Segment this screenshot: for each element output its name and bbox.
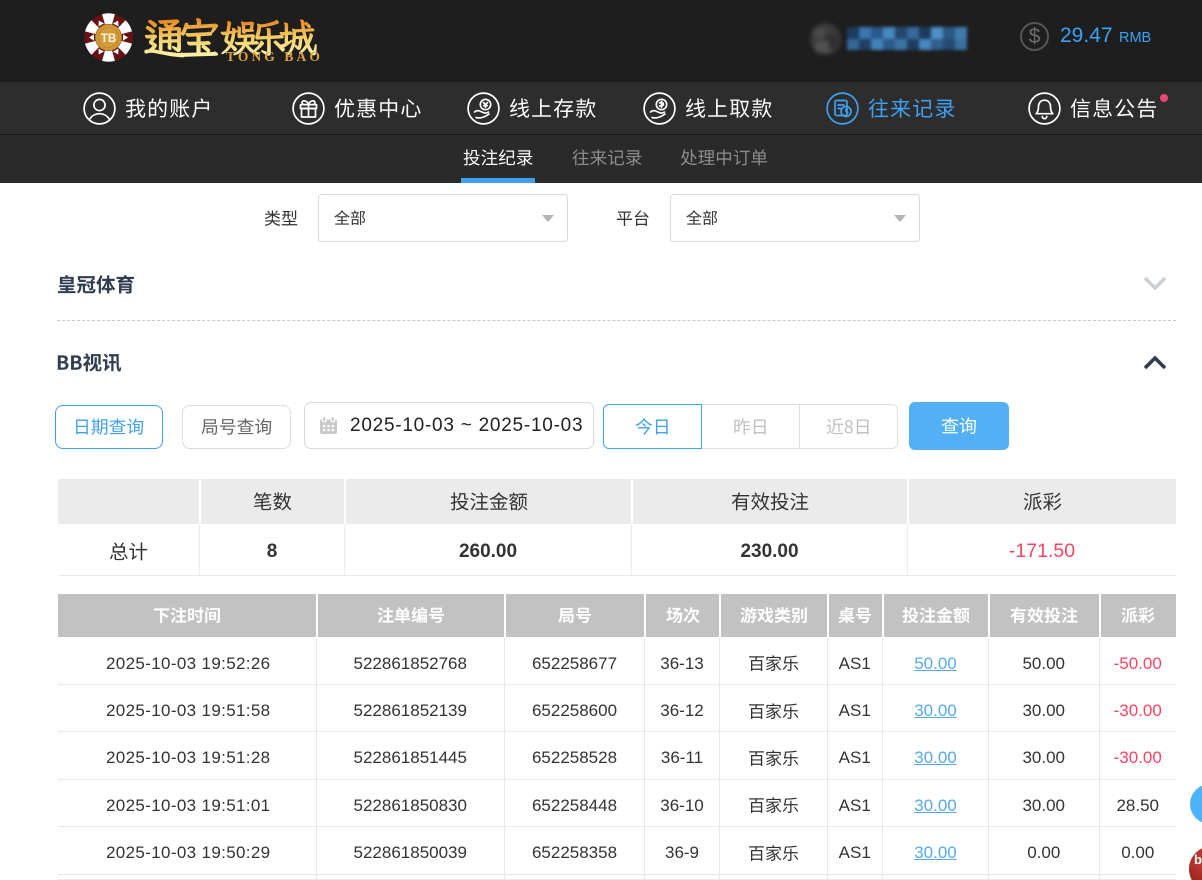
svg-text:TONG BAO: TONG BAO xyxy=(226,49,323,64)
svg-text:b: b xyxy=(1194,852,1202,867)
svg-text:TB: TB xyxy=(101,33,116,45)
